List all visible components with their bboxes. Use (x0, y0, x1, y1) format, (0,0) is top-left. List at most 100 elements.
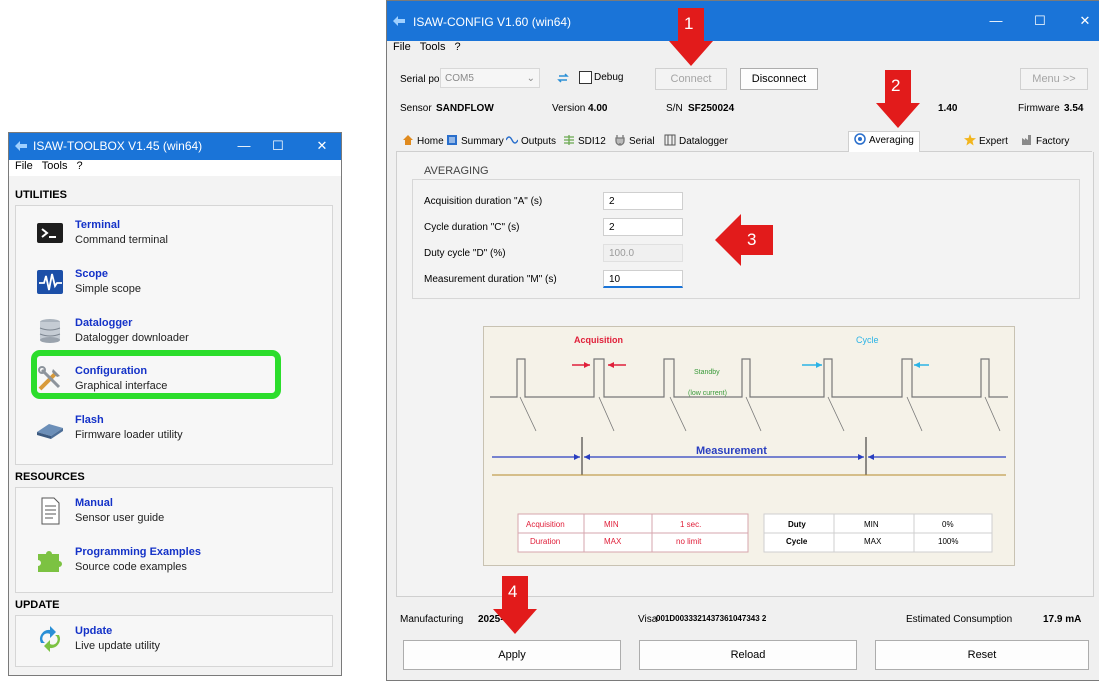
config-menubar: File Tools ? (387, 41, 1099, 57)
sensor-label: Sensor (400, 103, 432, 114)
menu-tools[interactable]: Tools (42, 160, 68, 172)
database-icon (39, 319, 61, 343)
vise-label: Visa (638, 614, 658, 625)
cycle-label: Cycle (856, 335, 879, 345)
apply-button[interactable]: Apply (403, 640, 621, 670)
tab-serial[interactable]: Serial (614, 133, 655, 151)
close-button[interactable]: ✕ (309, 137, 335, 155)
sn-label: S/N (666, 103, 683, 114)
menu-help[interactable]: ? (455, 41, 461, 53)
serial-port-select[interactable]: COM5 ⌄ (440, 68, 540, 88)
tool-desc: Live update utility (75, 640, 160, 652)
version-value: 4.00 (588, 103, 608, 114)
document-icon (41, 497, 60, 525)
toolbox-window: ISAW-TOOLBOX V1.45 (win64) — ☐ ✕ File To… (8, 132, 342, 676)
consumption-label: Estimated Consumption (906, 614, 1013, 625)
tab-label: Home (417, 136, 444, 147)
minimize-button[interactable]: — (983, 12, 1009, 30)
table-duration-label: Duration (530, 537, 561, 546)
table-duty-max-label: MAX (864, 537, 882, 546)
utilities-heading: UTILITIES (15, 189, 67, 201)
tool-name: Scope (75, 268, 109, 280)
toolbox-title: ISAW-TOOLBOX V1.45 (win64) (33, 139, 203, 153)
tab-label: Outputs (521, 136, 557, 147)
table-min-label: MIN (604, 520, 619, 529)
maximize-button[interactable]: ☐ (265, 137, 291, 155)
menu-toggle-button[interactable]: Menu >> (1020, 68, 1088, 90)
table-cycle-label: Cycle (786, 537, 808, 546)
puzzle-icon (38, 551, 62, 572)
acquisition-duration-input[interactable]: 2 (603, 192, 683, 210)
tab-datalogger[interactable]: Datalogger (664, 133, 728, 151)
resources-heading: RESOURCES (15, 471, 85, 483)
connect-button[interactable]: Connect (655, 68, 727, 90)
update-heading: UPDATE (15, 599, 60, 611)
app-icon (393, 16, 405, 26)
tool-desc: Sensor user guide (75, 512, 165, 524)
debug-label: Debug (594, 72, 624, 83)
consumption-value: 17.9 mA (1043, 614, 1082, 625)
scope-icon (37, 270, 63, 294)
tab-label: SDI12 (578, 136, 606, 147)
menu-tools[interactable]: Tools (420, 41, 446, 53)
duty-cycle-readonly: 100.0 (603, 244, 683, 262)
refresh-icon (40, 626, 60, 652)
reload-button[interactable]: Reload (639, 640, 857, 670)
manufacturing-label: Manufacturing (400, 614, 464, 625)
standby-label: Standby (694, 369, 720, 376)
table-acquisition-label: Acquisition (526, 520, 565, 529)
wave-icon (506, 136, 518, 144)
tool-desc: Datalogger downloader (75, 332, 189, 344)
callout-number: 3 (747, 230, 757, 249)
sn-value: SF250024 (688, 103, 735, 114)
tab-averaging[interactable]: Averaging (848, 131, 920, 152)
measurement-duration-input[interactable]: 10 (603, 270, 683, 288)
tab-summary[interactable]: Summary (446, 133, 504, 151)
firmware-value: 3.54 (1064, 103, 1084, 114)
tab-sdi12[interactable]: SDI12 (563, 133, 606, 151)
toolbox-menubar: File Tools ? (9, 160, 341, 176)
datalogger-icon (664, 134, 676, 146)
tool-name: Terminal (75, 219, 121, 231)
tool-name: Programming Examples (75, 546, 201, 558)
factory-icon (1022, 135, 1031, 145)
callout-arrow-4: 4 (493, 576, 537, 634)
cycle-duration-label: Cycle duration "C" (s) (424, 222, 520, 233)
menu-file[interactable]: File (393, 41, 411, 53)
averaging-heading: AVERAGING (424, 165, 489, 177)
close-button[interactable]: ✕ (1072, 12, 1098, 30)
callout-number: 2 (891, 76, 901, 95)
acquisition-duration-label: Acquisition duration "A" (s) (424, 196, 543, 207)
disconnect-button[interactable]: Disconnect (740, 68, 818, 90)
serial-port-label: Serial port (400, 74, 446, 85)
network-icon (564, 135, 574, 145)
tab-home[interactable]: Home (402, 133, 444, 151)
tab-label: Expert (979, 136, 1008, 147)
tab-expert[interactable]: Expert (964, 133, 1008, 151)
tool-desc: Simple scope (75, 283, 142, 295)
left-arrow-icon (715, 214, 773, 266)
refresh-ports-icon[interactable] (556, 71, 570, 85)
cycle-duration-input[interactable]: 2 (603, 218, 683, 236)
measurement-label: Measurement (696, 445, 767, 457)
reset-button[interactable]: Reset (875, 640, 1089, 670)
tab-outputs[interactable]: Outputs (506, 133, 556, 151)
menu-file[interactable]: File (15, 160, 33, 172)
callout-arrow-2: 2 (876, 70, 920, 128)
maximize-button[interactable]: ☐ (1027, 12, 1053, 30)
tab-factory[interactable]: Factory (1021, 133, 1069, 151)
table-max-value: no limit (676, 537, 702, 546)
star-icon (964, 134, 976, 146)
tab-label: Averaging (869, 135, 914, 146)
home-icon (403, 135, 413, 145)
vise-value: 001D0033321437361047343 2 (656, 614, 767, 623)
tab-label: Datalogger (679, 136, 728, 147)
table-duty-min-label: MIN (864, 520, 879, 529)
debug-checkbox[interactable] (579, 71, 592, 84)
menu-help[interactable]: ? (77, 160, 83, 172)
callout-arrow-1: 1 (669, 8, 713, 66)
tool-name: Manual (75, 497, 113, 509)
tool-desc: Firmware loader utility (75, 429, 183, 441)
sensor-value: SANDFLOW (436, 103, 494, 114)
minimize-button[interactable]: — (231, 137, 257, 155)
